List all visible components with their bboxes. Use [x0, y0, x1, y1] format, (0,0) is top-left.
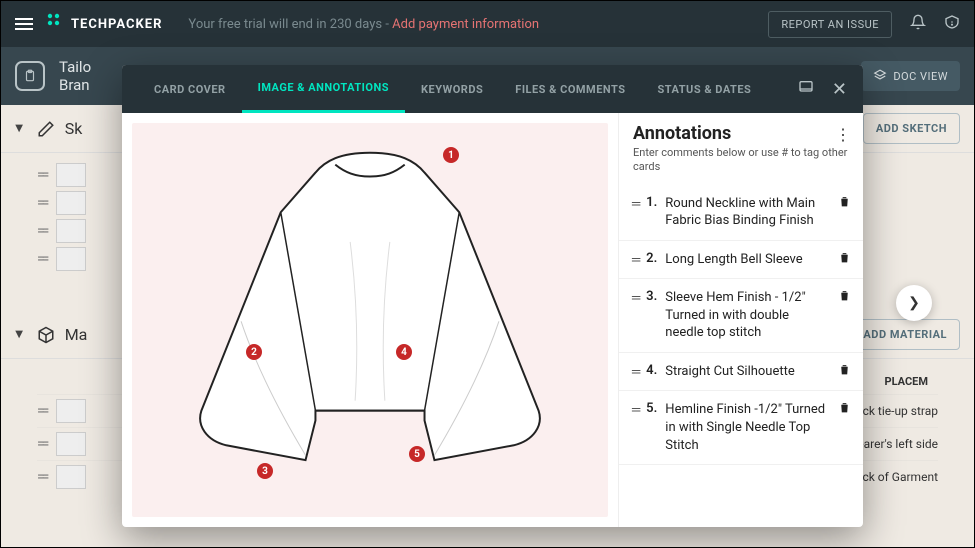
tab-keywords[interactable]: KEYWORDS — [405, 65, 499, 113]
annotation-marker[interactable]: 2 — [246, 344, 262, 360]
logo[interactable]: TECHPACKER — [47, 13, 162, 35]
next-button[interactable]: ❯ — [896, 285, 932, 321]
bell-icon[interactable] — [910, 14, 926, 34]
annotation-text: Sleeve Hem Finish - 1/2" Turned in with … — [665, 289, 830, 342]
project-title-line1: Tailo — [59, 58, 91, 76]
material-title: Ma — [65, 325, 88, 344]
project-title-line2: Bran — [59, 76, 91, 94]
annotation-text: Straight Cut Silhouette — [665, 363, 830, 381]
clipboard-icon — [15, 61, 45, 91]
annotation-number: 1. — [646, 195, 657, 210]
drag-handle-icon[interactable]: == — [631, 253, 638, 267]
logo-icon — [47, 13, 65, 35]
more-icon[interactable]: ⋮ — [835, 125, 851, 144]
garment-illustration — [132, 123, 608, 490]
annotation-item[interactable]: == 2. Long Length Bell Sleeve — [619, 241, 863, 280]
drag-handle-icon[interactable]: == — [37, 436, 46, 452]
drag-handle-icon[interactable]: == — [37, 251, 46, 267]
trial-notice: Your free trial will end in 230 days - A… — [188, 17, 539, 32]
annotations-title: Annotations — [633, 123, 849, 144]
trash-icon[interactable] — [838, 401, 851, 418]
annotation-item[interactable]: == 1. Round Neckline with Main Fabric Bias… — [619, 185, 863, 241]
annotation-text: Hemline Finish -1/2" Turned in with Sing… — [665, 401, 830, 454]
app-header: TECHPACKER Your free trial will end in 2… — [1, 1, 974, 47]
annotation-number: 4. — [646, 363, 657, 378]
annotation-number: 5. — [646, 401, 657, 416]
device-icon[interactable] — [798, 79, 814, 99]
annotation-number: 2. — [646, 251, 657, 266]
project-title: Tailo Bran — [59, 58, 91, 94]
tab-status-dates[interactable]: STATUS & DATES — [642, 65, 768, 113]
drag-handle-icon[interactable]: == — [631, 403, 638, 417]
drag-handle-icon[interactable]: == — [631, 197, 638, 211]
add-sketch-button[interactable]: ADD SKETCH — [863, 113, 960, 144]
thumbnail — [56, 247, 86, 271]
menu-icon[interactable] — [15, 18, 33, 30]
annotation-text: Long Length Bell Sleeve — [665, 251, 830, 269]
trash-icon[interactable] — [838, 363, 851, 380]
close-icon[interactable]: ✕ — [832, 79, 847, 100]
trash-icon[interactable] — [838, 251, 851, 268]
drag-handle-icon[interactable]: == — [37, 223, 46, 239]
trial-prefix: Your free trial will end in 230 days - — [188, 17, 392, 32]
help-icon[interactable] — [944, 14, 960, 34]
thumbnail — [56, 163, 86, 187]
annotation-item[interactable]: == 4. Straight Cut Silhouette — [619, 353, 863, 392]
doc-view-button[interactable]: DOC VIEW — [861, 61, 960, 91]
sketch-title: Sk — [65, 119, 83, 138]
annotations-subtitle: Enter comments below or use # to tag oth… — [633, 146, 849, 175]
pencil-icon — [37, 120, 55, 138]
chevron-down-icon[interactable]: ▶ — [13, 331, 24, 339]
annotation-item[interactable]: == 5. Hemline Finish -1/2" Turned in with … — [619, 391, 863, 465]
chevron-down-icon[interactable]: ▶ — [13, 125, 24, 133]
doc-view-label: DOC VIEW — [893, 70, 948, 83]
thumbnail — [56, 399, 86, 423]
annotations-list: == 1. Round Neckline with Main Fabric Bias… — [619, 185, 863, 527]
annotation-marker[interactable]: 1 — [443, 147, 459, 163]
drag-handle-icon[interactable]: == — [37, 167, 46, 183]
add-material-button[interactable]: ADD MATERIAL — [850, 319, 960, 350]
trash-icon[interactable] — [838, 195, 851, 212]
modal-tabs: CARD COVER IMAGE & ANNOTATIONS KEYWORDS … — [122, 65, 863, 113]
add-payment-link[interactable]: Add payment information — [392, 17, 539, 32]
annotation-marker[interactable]: 5 — [409, 446, 425, 462]
layers-icon — [873, 69, 887, 83]
drag-handle-icon[interactable]: == — [37, 469, 46, 485]
drag-handle-icon[interactable]: == — [631, 291, 638, 305]
thumbnail — [56, 191, 86, 215]
drag-handle-icon[interactable]: == — [631, 365, 638, 379]
annotation-marker[interactable]: 3 — [257, 463, 273, 479]
card-modal: CARD COVER IMAGE & ANNOTATIONS KEYWORDS … — [122, 65, 863, 527]
brand-text: TECHPACKER — [71, 17, 162, 32]
annotation-number: 3. — [646, 289, 657, 304]
report-issue-button[interactable]: REPORT AN ISSUE — [768, 11, 892, 38]
annotation-text: Round Neckline with Main Fabric Bias Bin… — [665, 195, 830, 230]
trash-icon[interactable] — [838, 289, 851, 306]
annotation-item[interactable]: == 3. Sleeve Hem Finish - 1/2" Turned in w… — [619, 279, 863, 353]
annotation-image[interactable]: 1 2 3 4 5 — [132, 123, 608, 517]
drag-handle-icon[interactable]: == — [37, 403, 46, 419]
tab-image-annotations[interactable]: IMAGE & ANNOTATIONS — [242, 65, 405, 113]
annotation-marker[interactable]: 4 — [396, 344, 412, 360]
thumbnail — [56, 432, 86, 456]
thumbnail — [56, 465, 86, 489]
tab-card-cover[interactable]: CARD COVER — [138, 65, 242, 113]
annotations-panel: Annotations Enter comments below or use … — [618, 113, 863, 527]
drag-handle-icon[interactable]: == — [37, 195, 46, 211]
cube-icon — [37, 326, 55, 344]
tab-files-comments[interactable]: FILES & COMMENTS — [499, 65, 641, 113]
thumbnail — [56, 219, 86, 243]
